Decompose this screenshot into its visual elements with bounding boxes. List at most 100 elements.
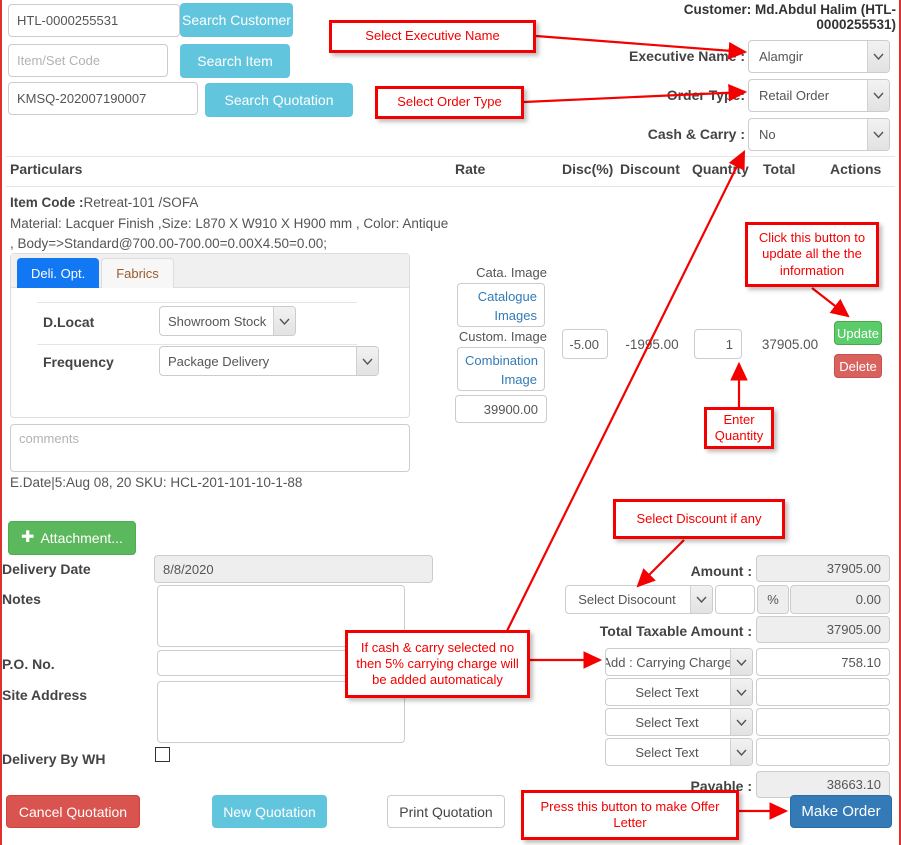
annotation-select-order-type: Select Order Type bbox=[375, 86, 524, 119]
cash-carry-label: Cash & Carry : bbox=[647, 126, 745, 142]
quotation-code-input[interactable]: KMSQ-202007190007 bbox=[8, 82, 198, 115]
customer-header: Customer: Md.Abdul Halim (HTL-0000255531… bbox=[683, 2, 896, 32]
order-type-label: Order Type: bbox=[666, 87, 745, 103]
annotation-select-discount: Select Discount if any bbox=[613, 499, 785, 539]
delete-button[interactable]: Delete bbox=[834, 354, 882, 378]
chevron-down-icon bbox=[867, 119, 889, 150]
search-item-button[interactable]: Search Item bbox=[180, 44, 290, 78]
total-taxable-value: 37905.00 bbox=[756, 616, 890, 643]
panel-divider-mid bbox=[37, 344, 357, 345]
column-header-disc-pct: Disc(%) bbox=[562, 161, 614, 177]
chevron-down-icon bbox=[730, 679, 752, 705]
quantity-input[interactable]: 1 bbox=[694, 329, 742, 359]
customer-code-input[interactable]: HTL-0000255531 bbox=[8, 4, 180, 37]
item-description-line-2: , Body=>Standard@700.00-700.00=0.00X4.50… bbox=[10, 236, 327, 251]
edate-sku-line: E.Date|5:Aug 08, 20 SKU: HCL-201-101-10-… bbox=[10, 475, 303, 490]
delivery-by-wh-checkbox[interactable] bbox=[155, 747, 170, 762]
update-button[interactable]: Update bbox=[834, 321, 882, 345]
catalogue-images-button[interactable]: Catalogue Images bbox=[457, 283, 545, 327]
table-top-divider bbox=[6, 156, 895, 157]
discount-value: -1995.00 bbox=[625, 337, 679, 352]
chevron-down-icon bbox=[730, 649, 752, 675]
column-header-particulars: Particulars bbox=[10, 161, 83, 177]
percent-addon: % bbox=[757, 585, 789, 614]
combination-image-button[interactable]: Combination Image bbox=[457, 347, 545, 391]
item-code-line: Item Code :Retreat-101 /SOFA bbox=[10, 195, 450, 210]
site-address-label: Site Address bbox=[2, 687, 88, 703]
amount-label: Amount : bbox=[690, 563, 752, 579]
rate-input[interactable]: 39900.00 bbox=[455, 395, 547, 423]
disc-percent-input[interactable]: -5.00 bbox=[562, 329, 608, 359]
payable-value: 38663.10 bbox=[756, 771, 890, 798]
annotation-enter-quantity: Enter Quantity bbox=[704, 407, 774, 449]
discount-amount-value: 0.00 bbox=[790, 585, 890, 614]
chevron-down-icon bbox=[690, 586, 712, 613]
delivery-date-input[interactable]: 8/8/2020 bbox=[154, 555, 433, 583]
annotation-cash-carry: If cash & carry selected no then 5% carr… bbox=[345, 630, 530, 698]
custom-image-label: Custom. Image bbox=[458, 329, 547, 344]
page-border-left bbox=[0, 0, 2, 845]
charge-select-2-value: Select Text bbox=[635, 684, 699, 700]
total-value: 37905.00 bbox=[761, 337, 819, 352]
column-header-total: Total bbox=[763, 161, 796, 177]
item-code-value: Retreat-101 /SOFA bbox=[83, 195, 199, 210]
new-quotation-button[interactable]: New Quotation bbox=[212, 795, 327, 828]
make-order-button[interactable]: Make Order bbox=[790, 795, 892, 828]
plus-icon: ✚ bbox=[21, 529, 35, 546]
notes-label: Notes bbox=[2, 591, 41, 607]
attachment-button-label: Attachment... bbox=[40, 530, 123, 546]
tab-fabrics[interactable]: Fabrics bbox=[101, 258, 174, 288]
charge-select-3-value: Select Text bbox=[635, 714, 699, 730]
column-header-quantity: Quantity bbox=[692, 161, 749, 177]
order-type-select[interactable]: Retail Order bbox=[748, 79, 890, 112]
charge-select-2[interactable]: Select Text bbox=[605, 678, 753, 706]
cash-carry-select[interactable]: No bbox=[748, 118, 890, 151]
annotation-select-executive-name: Select Executive Name bbox=[329, 20, 536, 53]
po-no-label: P.O. No. bbox=[2, 656, 55, 672]
cancel-quotation-button[interactable]: Cancel Quotation bbox=[6, 795, 140, 828]
order-type-value: Retail Order bbox=[759, 88, 830, 103]
dlocat-value: Showroom Stock bbox=[168, 313, 267, 329]
column-header-rate: Rate bbox=[455, 161, 486, 177]
dlocat-select[interactable]: Showroom Stock bbox=[159, 306, 296, 336]
cata-image-label: Cata. Image bbox=[476, 265, 547, 280]
column-header-discount: Discount bbox=[620, 161, 680, 177]
frequency-select[interactable]: Package Delivery bbox=[159, 346, 379, 376]
charge-value-4[interactable] bbox=[756, 738, 890, 766]
charge-select-1[interactable]: Add : Carrying Charge bbox=[605, 648, 753, 676]
frequency-label: Frequency bbox=[43, 354, 114, 370]
executive-name-select[interactable]: Alamgir bbox=[748, 40, 890, 73]
charge-select-4[interactable]: Select Text bbox=[605, 738, 753, 766]
charge-select-1-value: Add : Carrying Charge bbox=[605, 654, 732, 670]
comments-textarea[interactable] bbox=[10, 424, 410, 472]
executive-name-label: Executive Name : bbox=[629, 48, 745, 64]
discount-type-value: Select Disocount bbox=[578, 592, 676, 607]
charge-value-1[interactable]: 758.10 bbox=[756, 648, 890, 676]
print-quotation-button[interactable]: Print Quotation bbox=[387, 795, 505, 828]
delivery-options-panel: Deli. Opt. Fabrics D.Locat Showroom Stoc… bbox=[10, 253, 410, 418]
charge-value-3[interactable] bbox=[756, 708, 890, 736]
attachment-button[interactable]: ✚ Attachment... bbox=[8, 521, 136, 555]
frequency-value: Package Delivery bbox=[168, 353, 270, 369]
charge-value-2[interactable] bbox=[756, 678, 890, 706]
search-customer-button[interactable]: Search Customer bbox=[180, 3, 293, 37]
total-taxable-label: Total Taxable Amount : bbox=[599, 623, 752, 639]
discount-rate-input[interactable] bbox=[715, 585, 755, 614]
search-quotation-button[interactable]: Search Quotation bbox=[205, 83, 353, 117]
discount-type-select[interactable]: Select Disocount bbox=[565, 585, 713, 614]
item-code-label: Item Code : bbox=[10, 195, 84, 210]
dlocat-label: D.Locat bbox=[43, 314, 95, 330]
item-code-input[interactable]: Item/Set Code bbox=[8, 44, 168, 77]
annotation-make-offer-letter: Press this button to make Offer Letter bbox=[521, 790, 739, 840]
tab-strip: Deli. Opt. Fabrics bbox=[11, 254, 409, 288]
delivery-by-wh-label: Delivery By WH bbox=[2, 751, 106, 767]
annotation-update-button: Click this button to update all the the … bbox=[745, 222, 879, 287]
panel-divider-top bbox=[37, 302, 357, 303]
chevron-down-icon bbox=[867, 41, 889, 72]
chevron-down-icon bbox=[730, 709, 752, 735]
chevron-down-icon bbox=[730, 739, 752, 765]
amount-value: 37905.00 bbox=[756, 555, 890, 582]
charge-select-4-value: Select Text bbox=[635, 744, 699, 760]
charge-select-3[interactable]: Select Text bbox=[605, 708, 753, 736]
tab-deli-opt[interactable]: Deli. Opt. bbox=[17, 258, 100, 288]
